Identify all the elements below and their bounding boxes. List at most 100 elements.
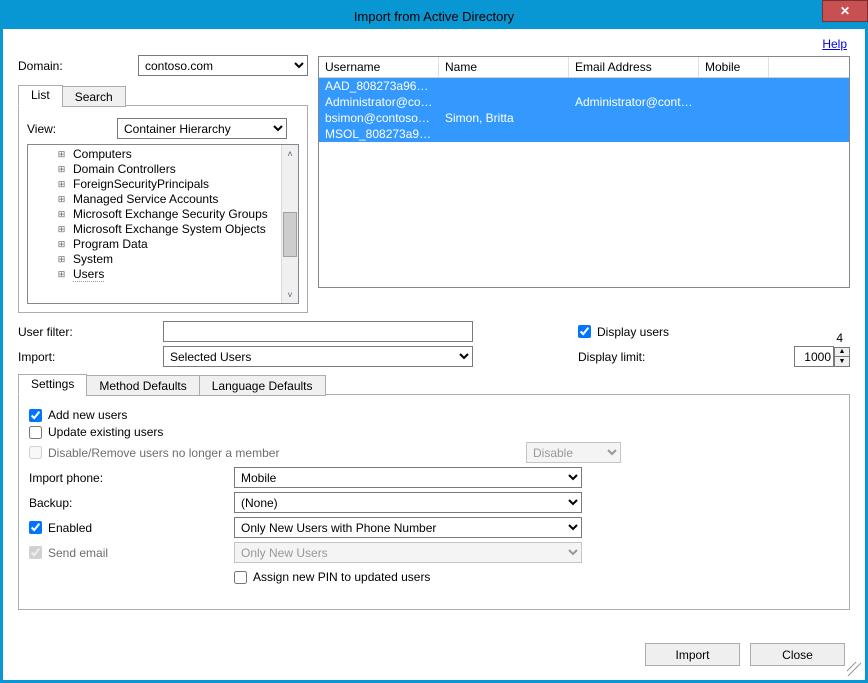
- grid-header-email[interactable]: Email Address: [569, 57, 699, 77]
- enabled-checkbox[interactable]: [29, 521, 42, 534]
- grid-header-username[interactable]: Username: [319, 57, 439, 77]
- add-new-users-row[interactable]: Add new users: [29, 408, 839, 422]
- resize-grip[interactable]: [847, 662, 861, 676]
- display-limit-spinner[interactable]: ▲ ▼: [794, 346, 850, 367]
- domain-label: Domain:: [18, 59, 138, 73]
- expand-icon[interactable]: ⊞: [56, 179, 67, 190]
- table-row[interactable]: AAD_808273a96d74: [319, 78, 849, 94]
- expand-icon[interactable]: ⊞: [56, 164, 67, 175]
- view-label: View:: [27, 122, 117, 136]
- scroll-up-button[interactable]: ˄: [282, 145, 298, 162]
- tree-item: ⊞System: [32, 252, 277, 267]
- userfilter-input[interactable]: [163, 321, 473, 342]
- grid-header: Username Name Email Address Mobile: [319, 57, 849, 78]
- tree-item: ⊞Microsoft Exchange System Objects: [32, 222, 277, 237]
- disable-remove-checkbox: [29, 446, 42, 459]
- expand-icon[interactable]: ⊞: [56, 209, 67, 220]
- expand-icon[interactable]: ⊞: [56, 224, 67, 235]
- users-grid[interactable]: Username Name Email Address Mobile AAD_8…: [318, 56, 850, 288]
- left-column: List Search View: Container Hierarchy ⊞C…: [18, 84, 308, 313]
- window: Import from Active Directory ✕ Help Doma…: [0, 0, 868, 683]
- scroll-thumb[interactable]: [283, 212, 297, 257]
- table-row[interactable]: Administrator@contos... Administrator@co…: [319, 94, 849, 110]
- tab-language-defaults[interactable]: Language Defaults: [199, 375, 326, 396]
- tab-search[interactable]: Search: [62, 86, 126, 107]
- tree-scrollbar[interactable]: ˄ ˅: [281, 145, 298, 303]
- import-button[interactable]: Import: [645, 643, 740, 666]
- tree-item: ⊞Program Data: [32, 237, 277, 252]
- tree-listbox[interactable]: ⊞Computers ⊞Domain Controllers ⊞ForeignS…: [28, 145, 281, 303]
- display-limit-input[interactable]: [794, 346, 834, 367]
- help-link[interactable]: Help: [822, 37, 847, 51]
- grid-header-name[interactable]: Name: [439, 57, 569, 77]
- tree-item: ⊞Domain Controllers: [32, 162, 277, 177]
- table-row[interactable]: bsimon@contoso.com Simon, Britta: [319, 110, 849, 126]
- mid-section: User filter: Display users Import: Selec…: [18, 321, 850, 367]
- display-users-label: Display users: [597, 325, 669, 339]
- assign-pin-row[interactable]: Assign new PIN to updated users: [234, 570, 430, 584]
- assign-pin-checkbox[interactable]: [234, 571, 247, 584]
- domain-select[interactable]: contoso.com: [138, 55, 308, 76]
- scroll-track[interactable]: [282, 162, 298, 286]
- settings-panel: Add new users Update existing users Disa…: [18, 394, 850, 610]
- send-email-row: Send email: [29, 546, 234, 560]
- right-column: Username Name Email Address Mobile AAD_8…: [318, 56, 850, 313]
- expand-icon[interactable]: ⊞: [56, 149, 67, 160]
- spinner-up-button[interactable]: ▲: [834, 347, 850, 357]
- disable-remove-action-select: Disable: [526, 442, 621, 463]
- close-button[interactable]: Close: [750, 643, 845, 666]
- tree-item: ⊞ForeignSecurityPrincipals: [32, 177, 277, 192]
- list-tabpanel: View: Container Hierarchy ⊞Computers ⊞Do…: [18, 105, 308, 313]
- row-count-label: 4: [836, 331, 843, 345]
- enabled-label: Enabled: [48, 521, 92, 535]
- send-email-select: Only New Users: [234, 542, 582, 563]
- grid-header-mobile[interactable]: Mobile: [699, 57, 769, 77]
- enabled-select[interactable]: Only New Users with Phone Number: [234, 517, 582, 538]
- update-existing-checkbox[interactable]: [29, 426, 42, 439]
- backup-select[interactable]: (None): [234, 492, 582, 513]
- settings-tabstrip: Settings Method Defaults Language Defaul…: [18, 374, 850, 395]
- add-new-users-label: Add new users: [48, 408, 127, 422]
- titlebar: Import from Active Directory ✕: [3, 3, 865, 29]
- scroll-down-button[interactable]: ˅: [282, 286, 298, 303]
- backup-label: Backup:: [29, 496, 234, 510]
- userfilter-label: User filter:: [18, 325, 163, 339]
- tree-item: ⊞Computers: [32, 147, 277, 162]
- tree-item: ⊞Users: [32, 267, 277, 283]
- table-row[interactable]: MSOL_808273a96d74: [319, 126, 849, 142]
- disable-remove-label: Disable/Remove users no longer a member: [48, 446, 520, 460]
- update-existing-row[interactable]: Update existing users: [29, 425, 839, 439]
- tabs-left: List Search: [18, 85, 308, 106]
- import-phone-select[interactable]: Mobile: [234, 467, 582, 488]
- grid-header-spacer: [769, 57, 849, 77]
- grid-rows: AAD_808273a96d74 Administrator@contos...…: [319, 78, 849, 287]
- tree-item: ⊞Microsoft Exchange Security Groups: [32, 207, 277, 222]
- tab-method-defaults[interactable]: Method Defaults: [86, 375, 199, 396]
- display-users-checkbox[interactable]: [578, 325, 591, 338]
- spinner-down-button[interactable]: ▼: [834, 357, 850, 367]
- tree-item: ⊞Managed Service Accounts: [32, 192, 277, 207]
- tree-container: ⊞Computers ⊞Domain Controllers ⊞ForeignS…: [27, 144, 299, 304]
- tab-list[interactable]: List: [18, 85, 63, 106]
- display-limit-label: Display limit:: [578, 350, 668, 364]
- send-email-label: Send email: [48, 546, 108, 560]
- view-select[interactable]: Container Hierarchy: [117, 118, 287, 139]
- expand-icon[interactable]: ⊞: [56, 194, 67, 205]
- send-email-checkbox: [29, 546, 42, 559]
- import-label: Import:: [18, 350, 163, 364]
- import-phone-label: Import phone:: [29, 471, 234, 485]
- client-area: Help Domain: contoso.com List Search Vie…: [3, 29, 865, 680]
- expand-icon[interactable]: ⊞: [56, 269, 67, 280]
- enabled-row[interactable]: Enabled: [29, 521, 234, 535]
- expand-icon[interactable]: ⊞: [56, 239, 67, 250]
- footer-buttons: Import Close: [645, 643, 845, 666]
- window-title: Import from Active Directory: [354, 9, 514, 24]
- tab-settings[interactable]: Settings: [18, 374, 87, 395]
- import-select[interactable]: Selected Users: [163, 346, 473, 367]
- close-icon: ✕: [840, 4, 850, 18]
- display-users-checkbox-wrap[interactable]: Display users: [578, 325, 669, 339]
- assign-pin-label: Assign new PIN to updated users: [253, 570, 430, 584]
- close-window-button[interactable]: ✕: [822, 0, 868, 22]
- expand-icon[interactable]: ⊞: [56, 254, 67, 265]
- add-new-users-checkbox[interactable]: [29, 409, 42, 422]
